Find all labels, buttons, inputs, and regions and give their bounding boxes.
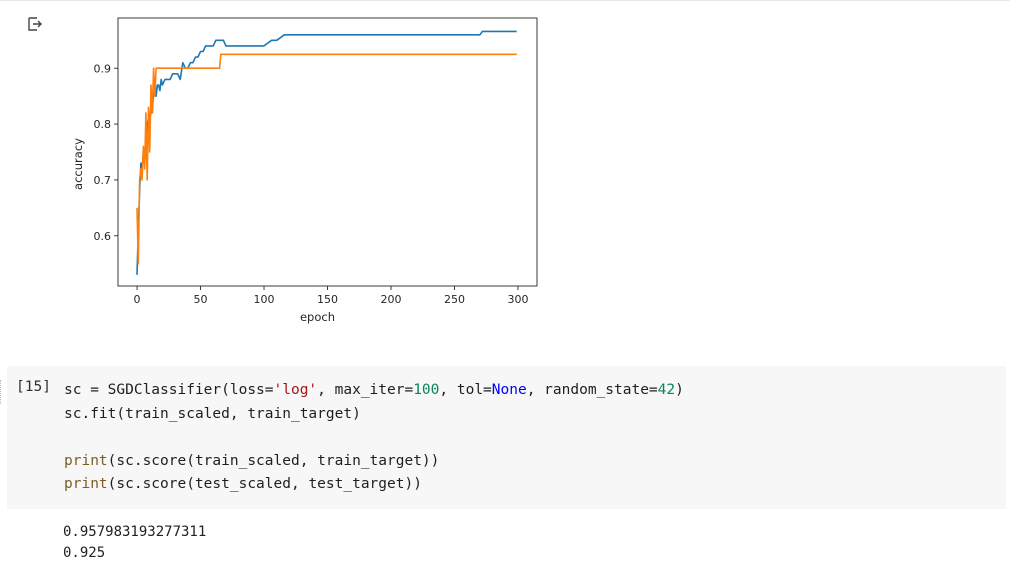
code-token: print: [64, 476, 108, 492]
code-line[interactable]: print(sc.score(test_scaled, test_target)…: [64, 473, 684, 497]
code-token: None: [491, 382, 527, 398]
code-token: 42: [657, 382, 676, 398]
code-line[interactable]: [64, 426, 684, 450]
code-token: 'log': [273, 382, 318, 398]
accuracy-chart: 0 50 100 150 200 250 300 0.6 0.7 0.8 0.9 epoch accur…: [71, 17, 538, 324]
output-line: 0.957983193277311: [63, 524, 207, 540]
code-editor[interactable]: sc = SGDClassifier(loss='log', max_iter=…: [64, 379, 684, 497]
cell-divider: [0, 0, 1010, 1]
y-axis-label: accuracy: [71, 138, 85, 190]
y-tick-label: 0.6: [94, 230, 112, 243]
x-tick-label: 50: [194, 293, 208, 306]
code-token: (sc.score(train_scaled, train_target)): [107, 452, 440, 469]
y-tick-label: 0.9: [94, 62, 112, 75]
code-token: sc = SGDClassifier(loss=: [64, 382, 274, 398]
code-token: print: [64, 452, 108, 469]
x-tick-label: 100: [254, 293, 275, 306]
output-arrow-icon[interactable]: [26, 16, 42, 32]
code-token: , random_state=: [526, 382, 658, 398]
x-tick-label: 300: [507, 293, 528, 306]
cell-output: 0.957983193277311 0.925: [63, 522, 206, 564]
code-cell[interactable]: [15] sc = SGDClassifier(loss='log', max_…: [7, 366, 1006, 509]
code-token: (sc.score(test_scaled, test_target)): [107, 476, 422, 492]
x-tick-label: 200: [380, 293, 401, 306]
code-line[interactable]: sc = SGDClassifier(loss='log', max_iter=…: [64, 379, 684, 403]
output-line: 0.925: [63, 545, 106, 561]
code-token: 100: [413, 382, 440, 398]
cell-gutter-handle[interactable]: [0, 380, 5, 404]
x-tick-label: 0: [134, 293, 141, 306]
notebook-view: 0 50 100 150 200 250 300 0.6 0.7 0.8 0.9 epoch accur…: [0, 0, 1010, 566]
code-line[interactable]: sc.fit(train_scaled, train_target): [64, 403, 684, 427]
code-token: , tol=: [439, 382, 492, 398]
y-tick-label: 0.7: [94, 174, 112, 187]
code-token: , max_iter=: [317, 382, 414, 398]
series-line-2: [136, 53, 517, 265]
execution-count[interactable]: [15]: [16, 379, 51, 395]
x-axis-label: epoch: [300, 310, 335, 324]
plot-frame: [117, 17, 538, 287]
x-tick-label: 250: [444, 293, 465, 306]
code-token: sc.fit(train_scaled, train_target): [64, 405, 361, 422]
x-tick-label: 150: [317, 293, 338, 306]
y-tick-label: 0.8: [94, 118, 112, 131]
code-token: ): [675, 382, 684, 398]
code-line[interactable]: print(sc.score(train_scaled, train_targe…: [64, 450, 684, 474]
